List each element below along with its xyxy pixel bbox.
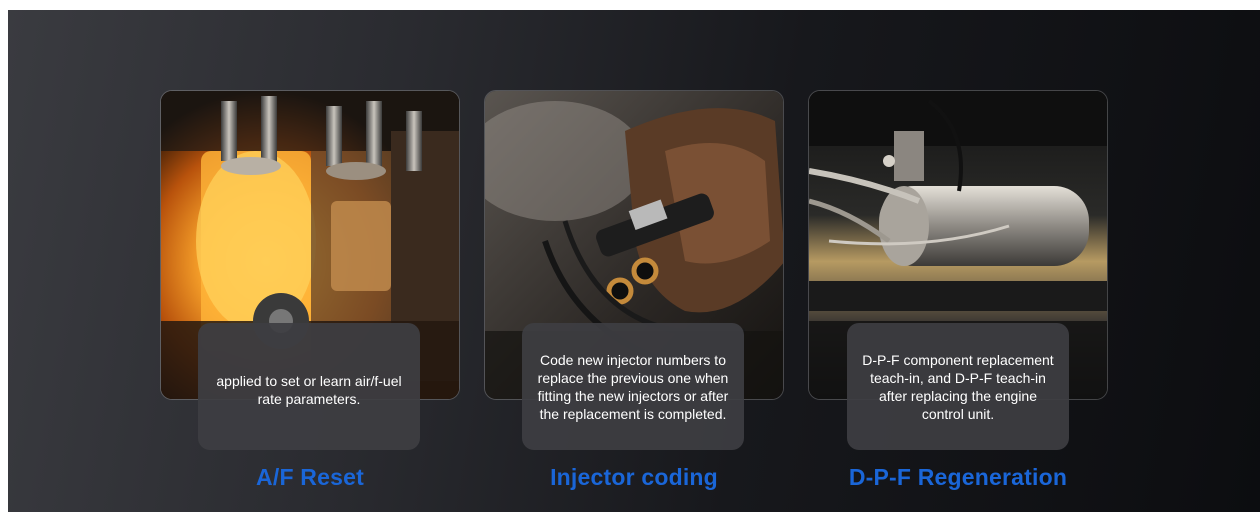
af-reset-description-text: applied to set or learn air/f-uel rate p…	[216, 372, 402, 407]
feature-section: applied to set or learn air/f-uel rate p…	[8, 10, 1260, 512]
injector-coding-description: Code new injector numbers to replace the…	[522, 323, 744, 450]
dpf-regeneration-description: D-P-F component replacement teach-in, an…	[847, 323, 1069, 450]
dpf-regeneration-title: D-P-F Regeneration	[848, 464, 1068, 490]
injector-coding-description-text: Code new injector numbers to replace the…	[537, 351, 729, 422]
dpf-regeneration-description-text: D-P-F component replacement teach-in, an…	[862, 351, 1054, 422]
af-reset-title: A/F Reset	[256, 464, 364, 490]
af-reset-description: applied to set or learn air/f-uel rate p…	[198, 323, 420, 450]
injector-coding-title: Injector coding	[550, 464, 718, 490]
